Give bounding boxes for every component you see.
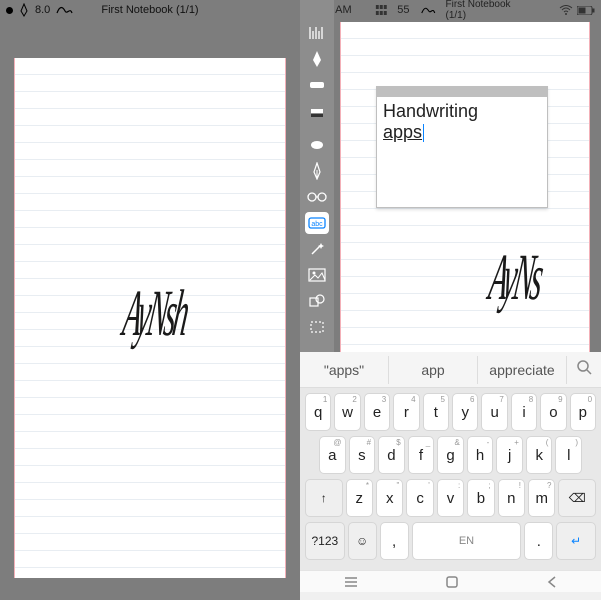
- shape-tool-icon[interactable]: [305, 290, 329, 312]
- wifi-icon: [559, 5, 573, 15]
- key-v[interactable]: v:: [437, 479, 464, 517]
- suggestion[interactable]: app: [389, 356, 478, 384]
- key-u[interactable]: u7: [481, 393, 507, 431]
- key-i[interactable]: i8: [511, 393, 537, 431]
- key-s[interactable]: s#: [349, 436, 376, 474]
- key-row-2: a@s#d$f_g&h-j+k(l): [305, 436, 596, 474]
- key-j[interactable]: j+: [496, 436, 523, 474]
- margin-line: [285, 58, 286, 578]
- nav-home-icon[interactable]: [445, 575, 459, 589]
- select-tool-icon[interactable]: [305, 316, 329, 338]
- key-z[interactable]: z*: [346, 479, 373, 517]
- key-row-4: ?123 ☺ , EN . ↵: [305, 522, 596, 560]
- key-x[interactable]: x": [376, 479, 403, 517]
- key-t[interactable]: t5: [423, 393, 449, 431]
- stroke-icon: [55, 3, 73, 17]
- left-screenshot: 8.0 First Notebook (1/1) AyNsh: [0, 0, 300, 600]
- suggestion-bar: "apps" app appreciate: [300, 352, 601, 388]
- handwriting-sample: AyNsh: [119, 278, 191, 353]
- suggestion[interactable]: appreciate: [478, 356, 567, 384]
- svg-text:abc: abc: [311, 221, 323, 228]
- shift-key[interactable]: ↑: [305, 479, 343, 517]
- text-tool-icon[interactable]: abc: [305, 212, 329, 234]
- nav-back-icon[interactable]: [546, 575, 558, 589]
- suggestion[interactable]: "apps": [300, 356, 389, 384]
- key-f[interactable]: f_: [408, 436, 435, 474]
- nav-recents-icon[interactable]: [344, 576, 358, 588]
- pen-icon: [18, 3, 30, 17]
- tool-sidebar: abc: [300, 0, 334, 352]
- search-icon[interactable]: [567, 359, 601, 380]
- battery-icon: [577, 6, 595, 15]
- key-o[interactable]: o9: [540, 393, 566, 431]
- enter-key[interactable]: ↵: [556, 522, 596, 560]
- key-row-1: q1w2e3r4t5y6u7i8o9p0: [305, 393, 596, 431]
- margin-line: [589, 22, 590, 352]
- key-a[interactable]: a@: [319, 436, 346, 474]
- key-r[interactable]: r4: [393, 393, 419, 431]
- margin-line: [340, 22, 341, 352]
- key-e[interactable]: e3: [364, 393, 390, 431]
- battery-value: 55: [397, 4, 409, 16]
- paper-canvas[interactable]: AyNsh: [14, 58, 286, 578]
- key-y[interactable]: y6: [452, 393, 478, 431]
- key-k[interactable]: k(: [526, 436, 553, 474]
- rec-dot-icon: [6, 7, 13, 14]
- wand-tool-icon[interactable]: [305, 238, 329, 260]
- key-q[interactable]: q1: [305, 393, 331, 431]
- right-screenshot: 11:32 AM 55 First Notebook (1/1): [300, 0, 601, 600]
- eraser-tool-icon[interactable]: [305, 134, 329, 156]
- pen-tool-icon[interactable]: [305, 48, 329, 70]
- notebook-title: First Notebook (1/1): [101, 4, 198, 16]
- backspace-key[interactable]: ⌫: [558, 479, 596, 517]
- key-w[interactable]: w2: [334, 393, 360, 431]
- comma-key[interactable]: ,: [380, 522, 409, 560]
- symbols-key[interactable]: ?123: [305, 522, 345, 560]
- note-line2: apps: [383, 122, 422, 142]
- fountain-tool-icon[interactable]: [305, 160, 329, 182]
- android-navbar: [300, 570, 601, 592]
- image-tool-icon[interactable]: [305, 264, 329, 286]
- note-text[interactable]: Handwriting apps: [377, 97, 547, 146]
- text-note[interactable]: Handwriting apps: [376, 86, 548, 208]
- grid-icon: [375, 5, 387, 15]
- key-b[interactable]: b;: [467, 479, 494, 517]
- key-g[interactable]: g&: [437, 436, 464, 474]
- status-bar-left: 8.0 First Notebook (1/1): [0, 0, 300, 20]
- key-m[interactable]: m?: [528, 479, 555, 517]
- key-p[interactable]: p0: [570, 393, 596, 431]
- glasses-tool-icon[interactable]: [305, 186, 329, 208]
- stroke-icon: [420, 4, 436, 16]
- key-c[interactable]: c': [406, 479, 433, 517]
- notebook-title: First Notebook (1/1): [446, 0, 526, 21]
- emoji-key[interactable]: ☺: [348, 522, 377, 560]
- note-drag-handle[interactable]: [377, 87, 547, 97]
- text-caret: [423, 124, 424, 142]
- pen-size: 8.0: [35, 4, 50, 16]
- period-key[interactable]: .: [524, 522, 553, 560]
- brush-tool-icon[interactable]: [305, 74, 329, 96]
- bucket-tool-icon[interactable]: [305, 100, 329, 122]
- key-n[interactable]: n!: [498, 479, 525, 517]
- note-line1: Handwriting: [383, 101, 478, 121]
- key-row-3: ↑ z*x"c'v:b;n!m? ⌫: [305, 479, 596, 517]
- space-key[interactable]: EN: [412, 522, 522, 560]
- ruler-tool-icon[interactable]: [305, 22, 329, 44]
- keyboard: "apps" app appreciate q1w2e3r4t5y6u7i8o9…: [300, 352, 601, 600]
- status-bar-right: 11:32 AM 55 First Notebook (1/1): [300, 0, 601, 20]
- key-h[interactable]: h-: [467, 436, 494, 474]
- margin-line: [14, 58, 15, 578]
- key-l[interactable]: l): [555, 436, 582, 474]
- key-d[interactable]: d$: [378, 436, 405, 474]
- handwriting-sample: AyNs: [485, 242, 545, 317]
